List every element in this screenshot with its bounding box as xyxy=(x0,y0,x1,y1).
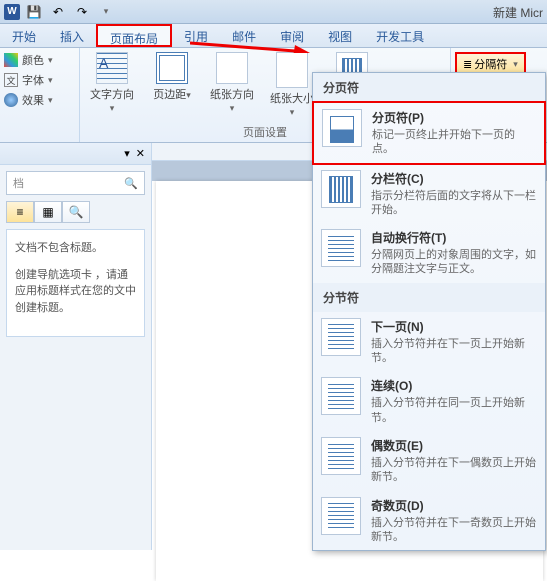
tab-view[interactable]: 视图 xyxy=(316,24,364,47)
breaks-icon: ≣ xyxy=(463,58,472,71)
breaks-dropdown: 分页符 分页符(P)标记一页终止并开始下一页的点。 分栏符(C)指示分栏符后面的… xyxy=(312,72,546,551)
tab-page-layout[interactable]: 页面布局 xyxy=(96,24,172,47)
theme-effects-button[interactable]: 效果▾ xyxy=(4,92,75,108)
word-icon[interactable]: W xyxy=(4,4,20,20)
title-bar: W 💾 ↶ ↷ ▾ 新建 Micr xyxy=(0,0,547,24)
nav-tab-pages[interactable]: ▦ xyxy=(34,201,62,223)
nav-tab-results[interactable]: 🔍 xyxy=(62,201,90,223)
tab-start[interactable]: 开始 xyxy=(0,24,48,47)
next-page-icon xyxy=(321,318,361,356)
search-icon: 🔍 xyxy=(124,177,138,190)
theme-colors-button[interactable]: 颜色▾ xyxy=(4,52,75,68)
page-break-icon xyxy=(322,109,362,147)
text-direction-icon: A xyxy=(96,52,128,84)
menu-even-page[interactable]: 偶数页(E)插入分节符并在下一偶数页上开始新节。 xyxy=(313,431,545,491)
text-wrap-icon xyxy=(321,229,361,267)
even-page-icon xyxy=(321,437,361,475)
column-break-icon xyxy=(321,170,361,208)
paper-size-icon xyxy=(276,52,308,88)
annotation-arrow-icon xyxy=(190,33,310,53)
quick-access-toolbar: W 💾 ↶ ↷ ▾ xyxy=(4,3,116,21)
fonts-icon: 文 xyxy=(4,73,18,87)
undo-button[interactable]: ↶ xyxy=(48,3,68,21)
menu-text-wrap-break[interactable]: 自动换行符(T)分隔网页上的对象周围的文字，如分隔题注文字与正文。 xyxy=(313,223,545,283)
orientation-button[interactable]: 纸张方向▾ xyxy=(208,52,256,118)
menu-page-break[interactable]: 分页符(P)标记一页终止并开始下一页的点。 xyxy=(312,101,546,165)
section-section-breaks: 分节符 xyxy=(313,283,545,312)
menu-next-page[interactable]: 下一页(N)插入分节符并在下一页上开始新节。 xyxy=(313,312,545,372)
nav-tab-headings[interactable]: ≡ xyxy=(6,201,34,223)
effects-icon xyxy=(4,93,18,107)
chevron-down-icon[interactable]: ▾ xyxy=(124,147,130,160)
menu-odd-page[interactable]: 奇数页(D)插入分节符并在下一奇数页上开始新节。 xyxy=(313,491,545,551)
nav-tabs: ≡ ▦ 🔍 xyxy=(6,201,145,223)
odd-page-icon xyxy=(321,497,361,535)
chevron-down-icon: ▾ xyxy=(513,59,518,70)
orientation-icon xyxy=(216,52,248,84)
nav-search-input[interactable]: 档 🔍 xyxy=(6,171,145,195)
tab-devtools[interactable]: 开发工具 xyxy=(364,24,436,47)
navigation-pane: ▾ ✕ 档 🔍 ≡ ▦ 🔍 文档不包含标题。 创建导航选项卡 ，请通应用标题样式… xyxy=(0,143,152,550)
redo-button[interactable]: ↷ xyxy=(72,3,92,21)
colors-icon xyxy=(4,53,18,67)
section-page-breaks: 分页符 xyxy=(313,73,545,102)
margins-button[interactable]: 页边距▾ xyxy=(148,52,196,118)
continuous-icon xyxy=(321,377,361,415)
tab-insert[interactable]: 插入 xyxy=(48,24,96,47)
nav-pane-header: ▾ ✕ xyxy=(0,143,151,165)
menu-column-break[interactable]: 分栏符(C)指示分栏符后面的文字将从下一栏开始。 xyxy=(313,164,545,224)
paper-size-button[interactable]: 纸张大小▾ xyxy=(268,52,316,118)
window-title: 新建 Micr xyxy=(493,4,543,21)
qat-customize-icon[interactable]: ▾ xyxy=(96,3,116,21)
margins-icon xyxy=(156,52,188,84)
group-themes: 颜色▾ 文字体▾ 效果▾ xyxy=(0,48,80,142)
close-icon[interactable]: ✕ xyxy=(136,147,145,160)
save-button[interactable]: 💾 xyxy=(24,3,44,21)
nav-body: 文档不包含标题。 创建导航选项卡 ，请通应用标题样式在您的文中创建标题。 xyxy=(6,229,145,337)
text-direction-button[interactable]: A文字方向▾ xyxy=(88,52,136,118)
theme-fonts-button[interactable]: 文字体▾ xyxy=(4,72,75,88)
menu-continuous[interactable]: 连续(O)插入分节符并在同一页上开始新节。 xyxy=(313,371,545,431)
